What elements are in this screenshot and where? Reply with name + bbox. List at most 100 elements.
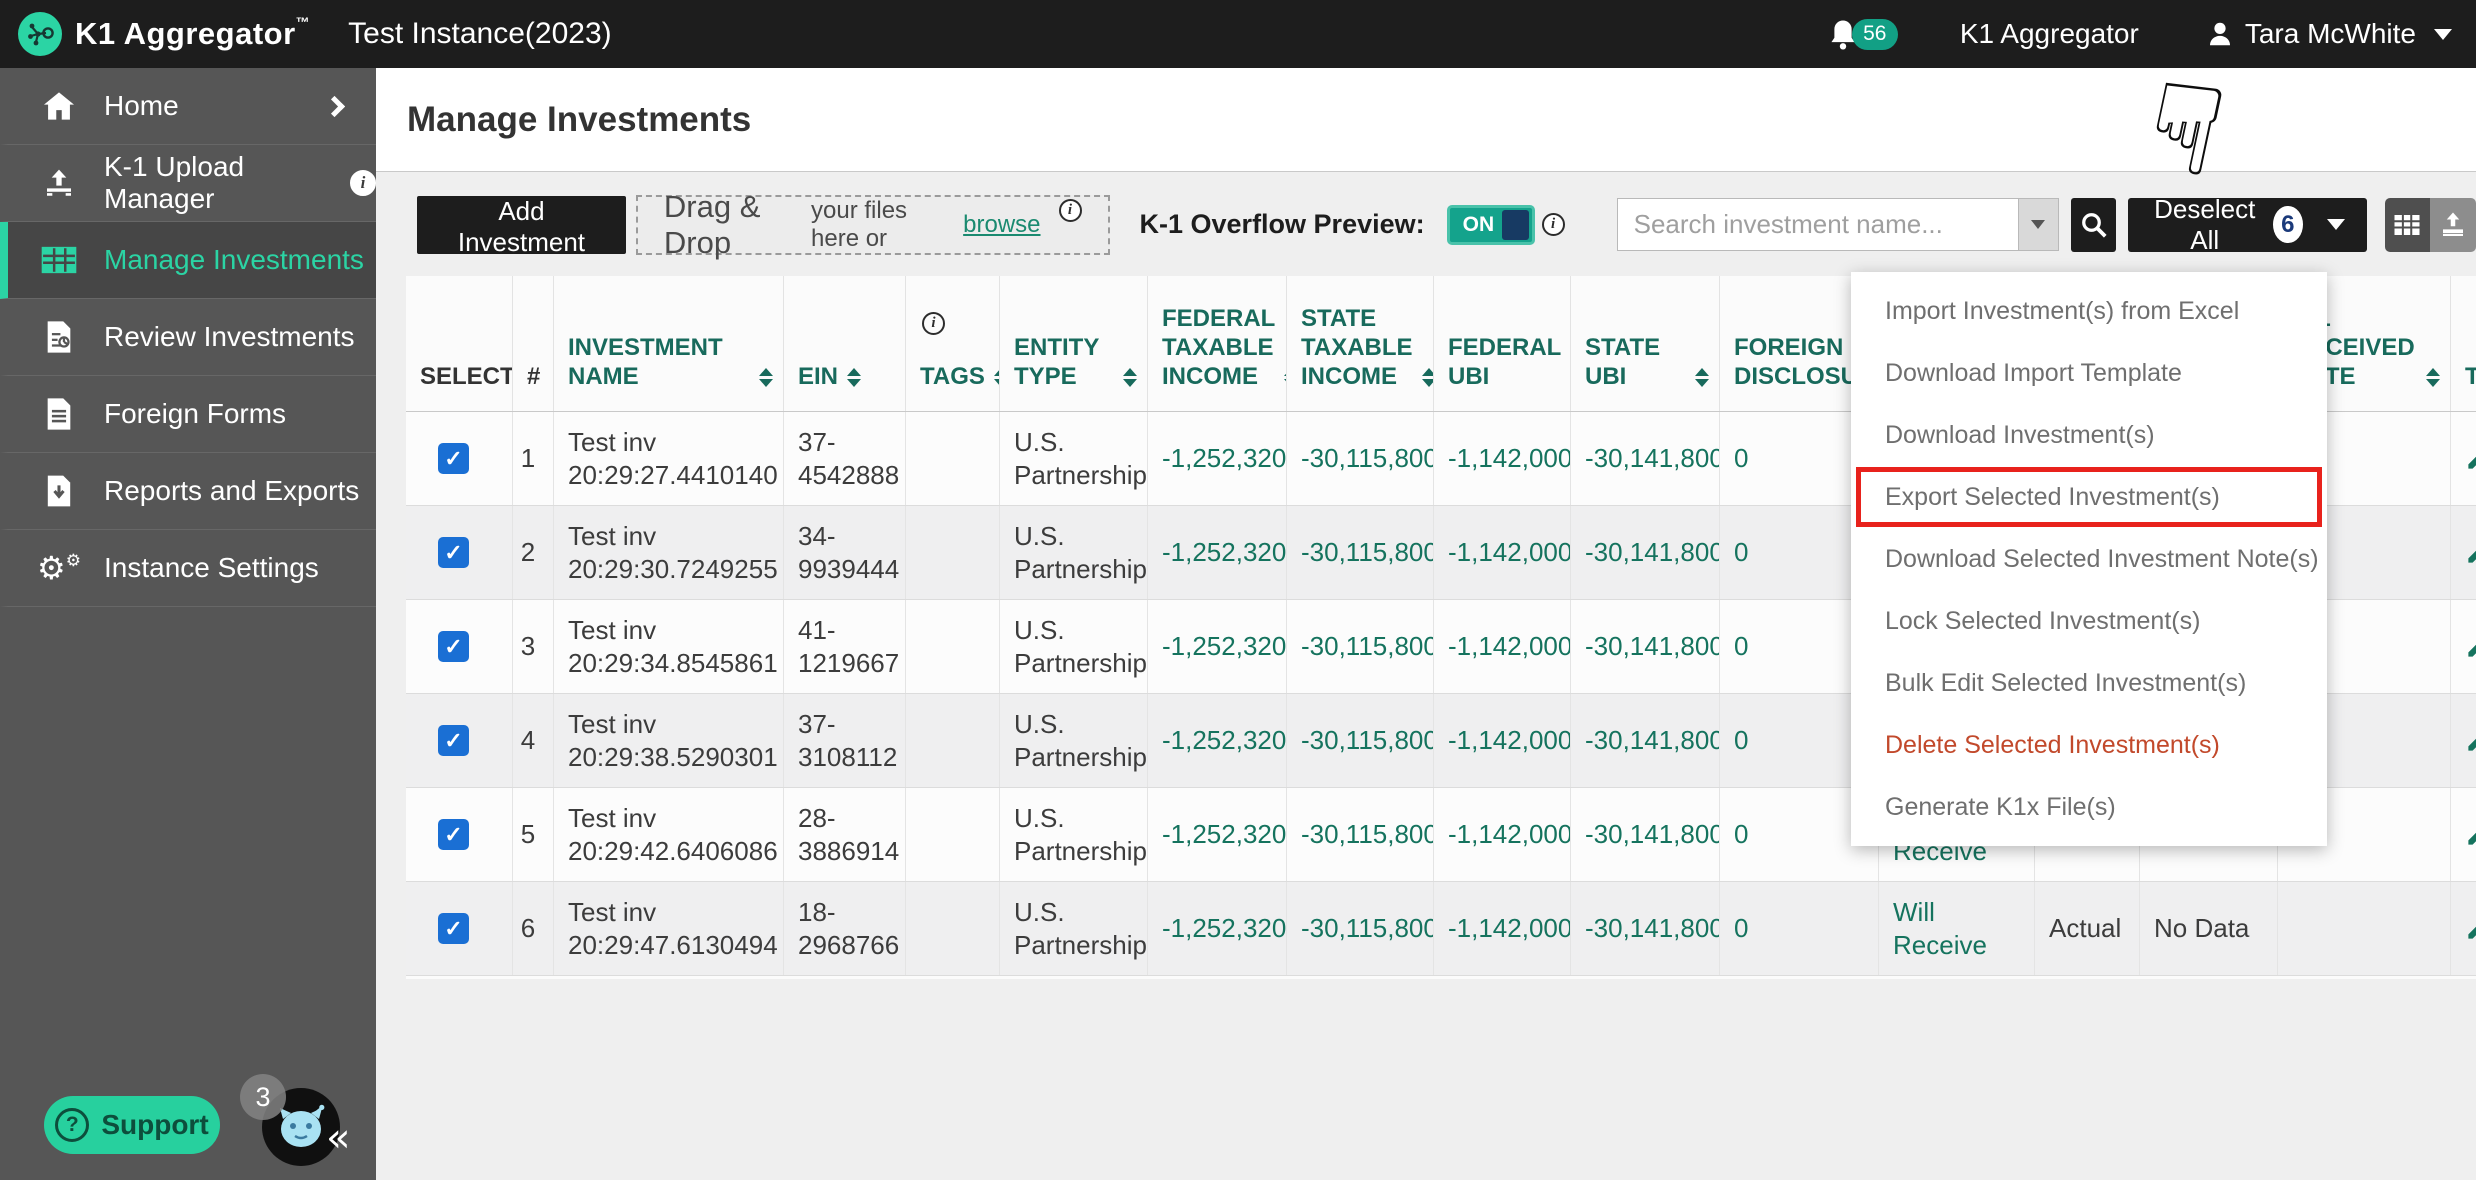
- info-icon[interactable]: i: [922, 312, 945, 335]
- col-header-label: FEDERAL UBI: [1448, 333, 1561, 391]
- cell-state_taxable_income: -30,115,800: [1287, 412, 1434, 505]
- sidebar-item-label: Home: [104, 90, 179, 122]
- menu-item-download-investments[interactable]: Download Investment(s): [1851, 404, 2327, 466]
- cell-name: Test inv 20:29:27.4410140: [554, 412, 784, 505]
- cell-name: Test inv 20:29:47.6130494: [554, 882, 784, 975]
- k1-overflow-toggle[interactable]: ON: [1447, 205, 1535, 245]
- deselect-all-button[interactable]: Deselect All 6: [2128, 198, 2366, 252]
- search-input[interactable]: [1618, 199, 2018, 250]
- col-header-state_ubi[interactable]: STATE UBI: [1571, 276, 1720, 411]
- row-checkbox[interactable]: [438, 725, 469, 756]
- notifications-button[interactable]: 56: [1828, 18, 1898, 50]
- view-toggle-group: [2385, 198, 2476, 252]
- cell-num: 4: [513, 694, 554, 787]
- user-menu[interactable]: Tara McWhite: [2205, 18, 2452, 50]
- app-name-link[interactable]: K1 Aggregator: [1960, 18, 2139, 50]
- toggle-on-label: ON: [1463, 213, 1495, 237]
- edit-icon[interactable]: [2465, 915, 2476, 942]
- edit-cell: [2451, 882, 2476, 975]
- edit-icon[interactable]: [2465, 445, 2476, 472]
- info-icon[interactable]: i: [350, 170, 376, 196]
- cell-federal_taxable_income: -1,252,320: [1148, 788, 1287, 881]
- menu-item-delete-selected-investments[interactable]: Delete Selected Investment(s): [1851, 714, 2327, 776]
- sidebar-item-label: Manage Investments: [104, 244, 364, 276]
- menu-item-generate-k1x-files[interactable]: Generate K1x File(s): [1851, 776, 2327, 838]
- search-button[interactable]: [2071, 198, 2117, 252]
- app-logo[interactable]: [18, 12, 62, 56]
- edit-icon[interactable]: [2465, 821, 2476, 848]
- cell-tags: [906, 694, 1000, 787]
- collapse-sidebar-icon[interactable]: «: [326, 1118, 350, 1158]
- col-header-federal_ubi[interactable]: FEDERAL UBI: [1434, 276, 1571, 411]
- sidebar-item-label: K-1 Upload Manager: [104, 151, 324, 215]
- sidebar-item-review-investments[interactable]: Review Investments: [0, 299, 376, 376]
- row-checkbox[interactable]: [438, 631, 469, 662]
- col-header-label: FEDERAL TAXABLE INCOME: [1162, 304, 1275, 391]
- cell-k1_received_date: [2278, 882, 2451, 975]
- edit-icon[interactable]: [2465, 727, 2476, 754]
- col-header-select: SELECT: [406, 276, 513, 411]
- dropzone-title: Drag & Drop: [664, 189, 799, 261]
- upload-view-button[interactable]: [2430, 198, 2476, 252]
- menu-item-export-selected-investments[interactable]: Export Selected Investment(s): [1851, 466, 2327, 528]
- edit-icon[interactable]: [2465, 539, 2476, 566]
- row-checkbox[interactable]: [438, 913, 469, 944]
- cell-state_ubi: -30,141,800: [1571, 788, 1720, 881]
- col-header-name[interactable]: INVESTMENT NAME: [554, 276, 784, 411]
- menu-item-download-import-template[interactable]: Download Import Template: [1851, 342, 2327, 404]
- info-icon[interactable]: i: [1542, 213, 1565, 236]
- cell-state_taxable_income: -30,115,800: [1287, 506, 1434, 599]
- sidebar-item-instance-settings[interactable]: ⚙⚙ Instance Settings: [0, 530, 376, 607]
- cell-federal_ubi: -1,142,000: [1434, 600, 1571, 693]
- col-header-ein[interactable]: EIN: [784, 276, 906, 411]
- menu-item-bulk-edit-selected-investments[interactable]: Bulk Edit Selected Investment(s): [1851, 652, 2327, 714]
- browse-link[interactable]: browse: [963, 211, 1040, 239]
- cell-num: 1: [513, 412, 554, 505]
- sidebar-item-manage-investments[interactable]: Manage Investments: [0, 222, 376, 299]
- cell-ein: 34-9939444: [784, 506, 906, 599]
- chat-unread-badge: 3: [240, 1074, 286, 1120]
- home-icon: [40, 91, 78, 121]
- select-cell: [406, 600, 513, 693]
- row-checkbox[interactable]: [438, 537, 469, 568]
- menu-item-import-investments-from-excel[interactable]: Import Investment(s) from Excel: [1851, 280, 2327, 342]
- edit-icon[interactable]: [2465, 633, 2476, 660]
- col-header-federal_taxable_income[interactable]: FEDERAL TAXABLE INCOME: [1148, 276, 1287, 411]
- cell-federal_taxable_income: -1,252,320: [1148, 694, 1287, 787]
- cell-tags: [906, 506, 1000, 599]
- sidebar-item-k1-upload-manager[interactable]: K-1 Upload Manager i: [0, 145, 376, 222]
- sidebar-item-label: Foreign Forms: [104, 398, 286, 430]
- user-name: Tara McWhite: [2245, 18, 2416, 50]
- molecule-icon: [25, 19, 55, 49]
- edit-cell: [2451, 788, 2476, 881]
- cell-ein: 37-3108112: [784, 694, 906, 787]
- row-checkbox[interactable]: [438, 819, 469, 850]
- col-header-entity[interactable]: ENTITY TYPE: [1000, 276, 1148, 411]
- sidebar-item-foreign-forms[interactable]: Foreign Forms: [0, 376, 376, 453]
- cell-federal_ubi: -1,142,000: [1434, 506, 1571, 599]
- table-row: 6Test inv 20:29:47.613049418-2968766U.S.…: [406, 882, 2476, 976]
- chevron-down-icon: [2434, 29, 2452, 40]
- cell-federal_taxable_income: -1,252,320: [1148, 600, 1287, 693]
- row-checkbox[interactable]: [438, 443, 469, 474]
- search-filter-dropdown[interactable]: [2018, 199, 2058, 250]
- sidebar-item-reports-and-exports[interactable]: Reports and Exports: [0, 453, 376, 530]
- cell-state_ubi: -30,141,800: [1571, 694, 1720, 787]
- cell-ein: 41-1219667: [784, 600, 906, 693]
- table-view-button[interactable]: [2385, 198, 2431, 252]
- document-icon: [40, 397, 78, 431]
- cell-col_n: No Data: [2140, 882, 2278, 975]
- menu-item-lock-selected-investments[interactable]: Lock Selected Investment(s): [1851, 590, 2327, 652]
- search-icon: [2079, 210, 2109, 240]
- col-header-state_taxable_income[interactable]: STATE TAXABLE INCOME: [1287, 276, 1434, 411]
- select-cell: [406, 506, 513, 599]
- menu-item-download-selected-investment-notes[interactable]: Download Selected Investment Note(s): [1851, 528, 2327, 590]
- info-icon[interactable]: i: [1059, 199, 1082, 222]
- sidebar-item-home[interactable]: Home: [0, 68, 376, 145]
- cat-bot-icon: [275, 1103, 327, 1151]
- support-button[interactable]: ? Support: [44, 1096, 220, 1154]
- col-header-tags[interactable]: TAGSi: [906, 276, 1000, 411]
- drag-drop-zone[interactable]: Drag & Drop your files here or browse i: [636, 195, 1110, 255]
- add-investment-button[interactable]: Add Investment: [417, 196, 626, 254]
- cell-federal_ubi: -1,142,000: [1434, 694, 1571, 787]
